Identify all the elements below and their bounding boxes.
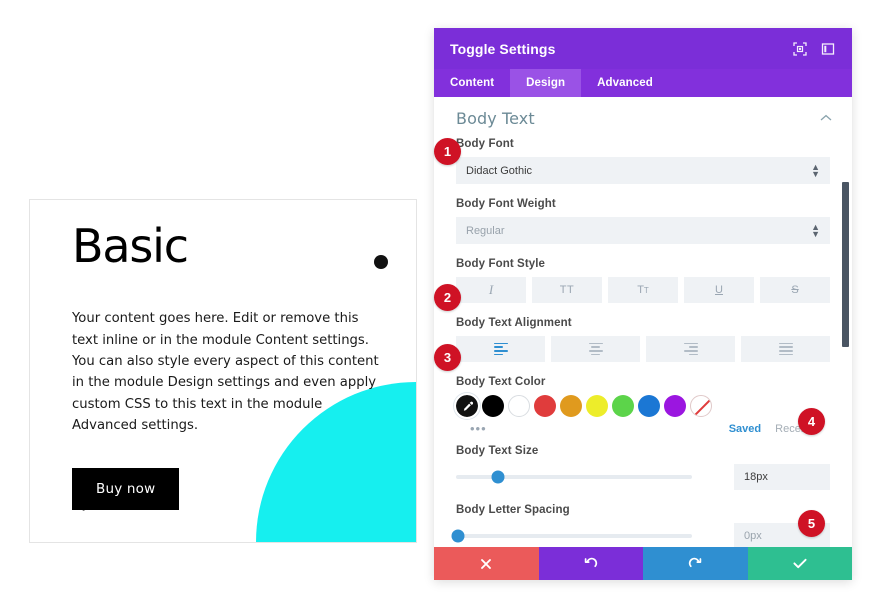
label-body-font: Body Font: [456, 138, 514, 150]
color-swatch-black[interactable]: [482, 395, 504, 417]
tab-design[interactable]: Design: [510, 69, 582, 97]
alignment-button-group: [456, 336, 830, 362]
color-swatch-row: [454, 393, 830, 419]
body-font-weight-select[interactable]: Regular ▲ ▼: [456, 217, 830, 244]
smallcaps-button[interactable]: TT: [608, 277, 678, 303]
color-swatch-transparent[interactable]: [690, 395, 712, 417]
color-swatch-meta: ••• Saved Recent: [456, 422, 830, 435]
label-body-font-weight: Body Font Weight: [456, 198, 556, 210]
section-header-body-text[interactable]: Body Text: [434, 97, 852, 138]
label-body-letter-spacing: Body Letter Spacing: [456, 504, 570, 516]
align-justify-button[interactable]: [741, 336, 830, 362]
panel-footer: [434, 547, 852, 580]
annotation-badge-1: 1: [434, 138, 461, 165]
layout-panel-icon[interactable]: [816, 37, 840, 61]
more-colors-button[interactable]: •••: [456, 422, 487, 435]
label-body-font-style: Body Font Style: [456, 258, 546, 270]
color-swatch-purple[interactable]: [664, 395, 686, 417]
underline-button[interactable]: U: [684, 277, 754, 303]
focus-target-icon[interactable]: [788, 37, 812, 61]
color-swatch-blue[interactable]: [638, 395, 660, 417]
tab-advanced[interactable]: Advanced: [581, 69, 669, 97]
font-style-button-group: I TT TT U S: [456, 277, 830, 303]
panel-tabs: Content Design Advanced: [434, 69, 852, 97]
panel-title: Toggle Settings: [450, 40, 556, 57]
label-body-text-alignment: Body Text Alignment: [456, 317, 572, 329]
color-swatch-red[interactable]: [534, 395, 556, 417]
uppercase-button[interactable]: TT: [532, 277, 602, 303]
annotation-badge-4: 4: [798, 408, 825, 435]
panel-header: Toggle Settings: [434, 28, 852, 69]
scrollbar-thumb[interactable]: [842, 182, 849, 347]
body-font-select[interactable]: Didact Gothic ▲ ▼: [456, 157, 830, 184]
screenshot-root: Basic Your content goes here. Edit or re…: [0, 0, 880, 608]
eyedropper-swatch[interactable]: [454, 393, 480, 419]
chevron-updown-icon: ▲ ▼: [811, 221, 820, 239]
pricing-card: Basic Your content goes here. Edit or re…: [29, 199, 417, 543]
toggle-settings-panel: Toggle Settings Content Design Advanced: [434, 28, 852, 580]
align-right-button[interactable]: [646, 336, 735, 362]
color-swatch-green[interactable]: [612, 395, 634, 417]
color-swatch-white[interactable]: [508, 395, 530, 417]
section-title: Body Text: [456, 109, 535, 128]
field-body-font-style: Body Font Style I TT TT U S: [434, 258, 852, 303]
field-body-font: Body Font Didact Gothic ▲ ▼: [434, 138, 852, 184]
body-font-value: Didact Gothic: [466, 164, 533, 177]
annotation-badge-5: 5: [798, 510, 825, 537]
annotation-badge-3: 3: [434, 344, 461, 371]
tab-content[interactable]: Content: [434, 69, 510, 97]
field-body-font-weight: Body Font Weight Regular ▲ ▼: [434, 198, 852, 244]
italic-button[interactable]: I: [456, 277, 526, 303]
field-body-text-alignment: Body Text Alignment: [434, 317, 852, 362]
slider-track: [456, 534, 692, 538]
color-swatch-yellow[interactable]: [586, 395, 608, 417]
card-body-text: Your content goes here. Edit or remove t…: [72, 311, 379, 434]
slider-knob[interactable]: [451, 529, 465, 543]
annotation-badge-2: 2: [434, 284, 461, 311]
undo-button[interactable]: [538, 547, 643, 580]
page-title: Basic: [72, 219, 189, 273]
saved-colors-tab[interactable]: Saved: [729, 423, 761, 435]
label-body-text-size: Body Text Size: [456, 445, 539, 457]
field-body-text-color: Body Text Color ••• Saved Recent: [434, 376, 852, 435]
field-body-text-size: Body Text Size 18px: [434, 445, 852, 490]
strikethrough-button[interactable]: S: [760, 277, 830, 303]
body-letter-spacing-slider[interactable]: [451, 526, 692, 546]
body-text-size-slider[interactable]: [456, 467, 692, 487]
body-font-weight-value: Regular: [466, 224, 505, 237]
chevron-updown-icon: ▲ ▼: [811, 161, 820, 179]
save-button[interactable]: [747, 547, 852, 580]
color-swatch-orange[interactable]: [560, 395, 582, 417]
cancel-button[interactable]: [434, 547, 539, 580]
panel-scrollbar[interactable]: [842, 97, 849, 547]
panel-body: Body Text Body Font Didact Gothic ▲ ▼ Bo…: [434, 97, 852, 547]
align-center-button[interactable]: [551, 336, 640, 362]
field-body-letter-spacing: Body Letter Spacing 0px: [434, 504, 852, 547]
chevron-up-icon[interactable]: [820, 113, 832, 125]
redo-button[interactable]: [643, 547, 748, 580]
minus-circle-icon[interactable]: [374, 255, 388, 269]
slider-knob[interactable]: [491, 470, 505, 484]
buy-now-button[interactable]: Buy now: [72, 468, 180, 510]
label-body-text-color: Body Text Color: [456, 376, 546, 388]
align-left-button[interactable]: [456, 336, 545, 362]
body-text-size-input[interactable]: 18px: [734, 464, 830, 490]
